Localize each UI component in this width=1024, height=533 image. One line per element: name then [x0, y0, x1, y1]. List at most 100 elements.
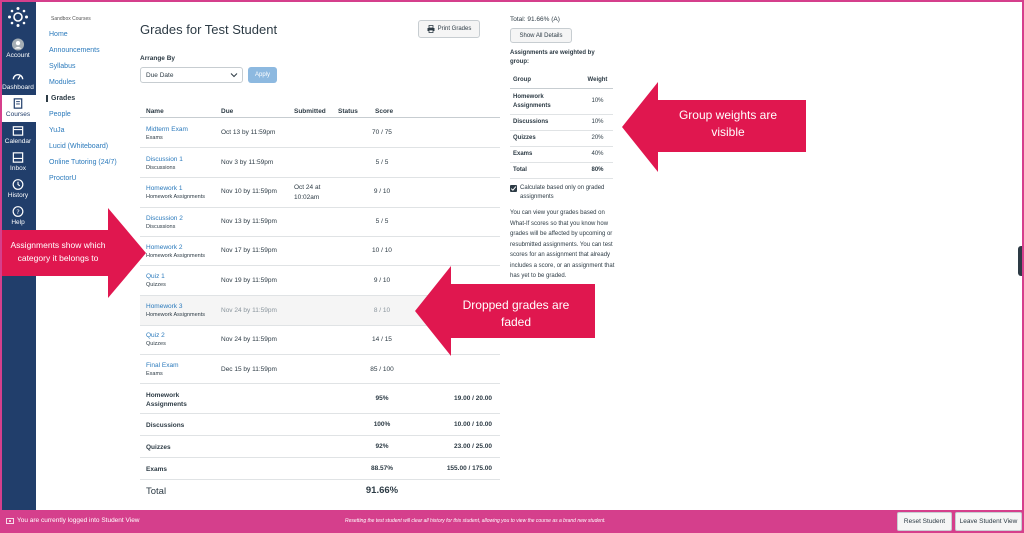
assignment-category: Discussions: [146, 165, 176, 171]
assignment-link[interactable]: Quiz 1: [146, 273, 165, 280]
group-percent: 100%: [373, 421, 391, 428]
nav-account-label: Account: [6, 52, 30, 59]
show-all-details-button[interactable]: Show All Details: [510, 28, 572, 43]
page-title: Grades for Test Student: [140, 22, 278, 37]
assignment-link[interactable]: Final Exam: [146, 362, 179, 369]
assignment-due: Nov 19 by 11:59pm: [221, 277, 277, 284]
course-nav-lucid[interactable]: Lucid (Whiteboard): [49, 143, 108, 150]
history-icon: [12, 179, 24, 190]
assignment-due: Nov 3 by 11:59pm: [221, 159, 274, 166]
group-percent: 95%: [375, 395, 389, 402]
nav-dashboard[interactable]: Dashboard: [0, 70, 36, 97]
group-total-row: Quizzes 92% 23.00 / 25.00: [140, 436, 500, 458]
course-nav-syllabus[interactable]: Syllabus: [49, 63, 75, 70]
inbox-icon: [12, 152, 24, 163]
callout-category: Assignments show which category it belon…: [4, 239, 112, 265]
side-panel-tab[interactable]: [1018, 246, 1024, 276]
table-row: Discussion 1 Discussions Nov 3 by 11:59p…: [140, 148, 500, 178]
assignment-score[interactable]: 9 / 10: [362, 277, 402, 284]
course-nav-home[interactable]: Home: [49, 31, 68, 38]
group-fraction: 10.00 / 10.00: [454, 421, 492, 428]
group-name: Exams: [146, 466, 167, 473]
weights-header-group: Group: [510, 72, 582, 89]
nav-history[interactable]: History: [0, 178, 36, 205]
nav-calendar-label: Calendar: [4, 138, 32, 145]
courses-icon: [13, 98, 23, 109]
group-fraction: 155.00 / 175.00: [446, 465, 492, 472]
assignment-score[interactable]: 14 / 15: [362, 336, 402, 343]
dashboard-icon: [12, 74, 24, 80]
course-nav-modules[interactable]: Modules: [49, 79, 75, 86]
course-nav-yuja[interactable]: YuJa: [49, 127, 65, 134]
print-grades-label: Print Grades: [437, 26, 472, 32]
assignment-category: Homework Assignments: [146, 194, 205, 200]
nav-account[interactable]: Account: [0, 38, 36, 65]
printer-icon: [427, 25, 435, 33]
assignment-score[interactable]: 70 / 75: [362, 129, 402, 136]
reset-student-button[interactable]: Reset Student: [897, 512, 952, 531]
leave-student-view-button[interactable]: Leave Student View: [955, 512, 1022, 531]
group-name: Discussions: [146, 422, 185, 429]
weight-value: 20%: [582, 130, 613, 147]
nav-inbox[interactable]: Inbox: [0, 151, 36, 178]
callout-dropped-line1: Dropped grades are: [462, 298, 570, 312]
course-nav-announcements[interactable]: Announcements: [49, 47, 100, 54]
assignment-link[interactable]: Discussion 1: [146, 156, 183, 163]
assignment-link[interactable]: Homework 3: [146, 303, 182, 310]
weight-group: Exams: [510, 146, 582, 163]
assignment-due: Nov 24 by 11:59pm: [221, 307, 277, 314]
course-nav-people[interactable]: People: [49, 111, 71, 118]
arrange-by-select[interactable]: Due Date: [140, 67, 243, 83]
print-grades-button[interactable]: Print Grades: [418, 20, 480, 38]
column-header-status[interactable]: Status: [338, 108, 358, 115]
table-row: Discussion 2 Discussions Nov 13 by 11:59…: [140, 208, 500, 237]
assignment-category: Discussions: [146, 224, 176, 230]
callout-dropped: Dropped grades are faded: [452, 297, 580, 331]
grand-total-label: Total: [146, 486, 167, 497]
column-header-score[interactable]: Score: [375, 108, 393, 115]
group-fraction: 19.00 / 20.00: [454, 395, 492, 402]
assignment-score[interactable]: 10 / 10: [362, 247, 402, 254]
weight-value: 80%: [582, 162, 613, 179]
assignment-due: Nov 10 by 11:59pm: [221, 188, 277, 195]
column-header-due[interactable]: Due: [221, 108, 233, 115]
assignment-link[interactable]: Discussion 2: [146, 215, 183, 222]
nav-inbox-label: Inbox: [10, 165, 26, 172]
assignment-category: Exams: [146, 371, 163, 377]
calendar-icon: [12, 126, 24, 136]
nav-calendar[interactable]: Calendar: [0, 124, 36, 151]
course-nav-proctoru[interactable]: ProctorU: [49, 175, 77, 182]
assignment-score[interactable]: 5 / 5: [362, 218, 402, 225]
table-row: Homework 1 Homework Assignments Nov 10 b…: [140, 178, 500, 208]
weight-group: Total: [510, 162, 582, 179]
assignment-due: Nov 13 by 11:59pm: [221, 218, 277, 225]
group-total-row: Discussions 100% 10.00 / 10.00: [140, 414, 500, 436]
breadcrumb[interactable]: Sandbox Courses: [51, 16, 91, 22]
column-header-name[interactable]: Name: [146, 108, 164, 115]
assignment-link[interactable]: Midterm Exam: [146, 126, 188, 133]
assignment-score[interactable]: 8 / 10: [362, 307, 402, 314]
chevron-down-icon: [230, 73, 238, 78]
assignment-score[interactable]: 85 / 100: [362, 366, 402, 373]
nav-courses[interactable]: Courses: [0, 95, 36, 122]
course-nav-grades[interactable]: Grades: [46, 95, 75, 102]
group-total-row: Exams 88.57% 155.00 / 175.00: [140, 458, 500, 480]
apply-button[interactable]: Apply: [248, 67, 277, 83]
nav-history-label: History: [7, 192, 29, 199]
arrange-by-label: Arrange By: [140, 55, 176, 62]
callout-weights-line1: Group weights are: [678, 108, 778, 122]
assignment-link[interactable]: Quiz 2: [146, 332, 165, 339]
table-row: Homework 2 Homework Assignments Nov 17 b…: [140, 237, 500, 266]
canvas-logo-icon[interactable]: [7, 6, 29, 28]
assignment-score[interactable]: 9 / 10: [362, 188, 402, 195]
assignment-score[interactable]: 5 / 5: [362, 159, 402, 166]
assignment-link[interactable]: Homework 2: [146, 244, 182, 251]
calculate-graded-checkbox[interactable]: [510, 185, 517, 192]
weight-group: Quizzes: [510, 130, 582, 147]
assignment-link[interactable]: Homework 1: [146, 185, 182, 192]
assignment-due: Oct 13 by 11:59pm: [221, 129, 276, 136]
callout-category-line1: Assignments show which: [10, 240, 106, 250]
course-nav-tutoring[interactable]: Online Tutoring (24/7): [49, 159, 117, 166]
column-header-submitted[interactable]: Submitted: [294, 108, 326, 115]
assignment-due: Nov 17 by 11:59pm: [221, 247, 277, 254]
